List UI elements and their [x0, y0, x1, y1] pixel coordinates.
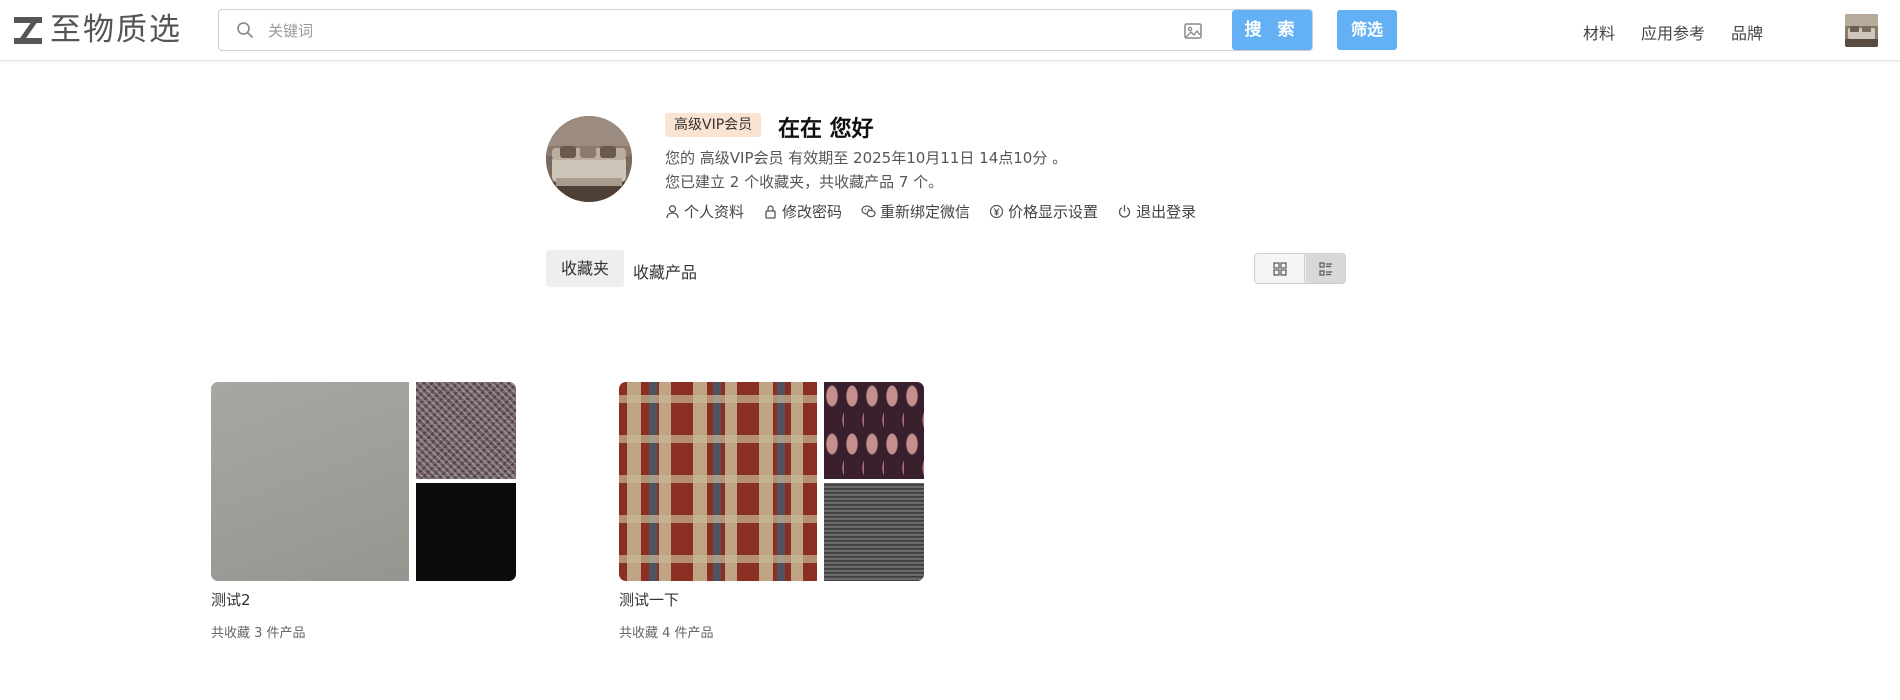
- tab-favorite-products[interactable]: 收藏产品: [633, 259, 697, 283]
- filter-button[interactable]: 筛选: [1337, 10, 1397, 50]
- vip-badge: 高级VIP会员: [665, 113, 762, 137]
- grid-view-button[interactable]: [1255, 254, 1305, 283]
- action-label: 价格显示设置: [1008, 203, 1099, 221]
- folder-count: 共收藏 4 件产品: [619, 626, 714, 641]
- product-thumbnail: [416, 382, 516, 479]
- product-thumbnail: [416, 483, 516, 581]
- greeting-title: 在在 您好: [778, 117, 874, 142]
- folder-card[interactable]: 测试2 共收藏 3 件产品: [211, 382, 516, 641]
- nav-item-materials[interactable]: 材料: [1583, 20, 1615, 44]
- change-password-link[interactable]: 修改密码: [763, 201, 842, 222]
- image-search-icon[interactable]: [1183, 21, 1203, 41]
- product-thumbnail: [619, 382, 817, 581]
- user-icon: [666, 205, 679, 219]
- action-label: 退出登录: [1136, 203, 1197, 221]
- grid-icon: [1272, 261, 1287, 276]
- collection-stats: 您已建立 2 个收藏夹，共收藏产品 7 个。: [665, 173, 944, 191]
- price-display-settings-link[interactable]: 价格显示设置: [989, 201, 1098, 222]
- folder-count: 共收藏 3 件产品: [211, 626, 306, 641]
- wechat-icon: [861, 205, 876, 218]
- search-icon: [237, 22, 253, 38]
- logo[interactable]: 至物质选: [14, 12, 182, 48]
- search-input[interactable]: [268, 18, 1168, 44]
- logo-mark-icon: [14, 15, 42, 45]
- nav-item-brands[interactable]: 品牌: [1731, 20, 1763, 44]
- power-icon: [1118, 204, 1131, 218]
- product-thumbnail: [211, 382, 409, 581]
- tab-favorites[interactable]: 收藏夹: [546, 250, 624, 287]
- logo-text: 至物质选: [50, 12, 182, 48]
- view-toggle: [1254, 253, 1346, 284]
- folder-thumbnail[interactable]: [211, 382, 516, 581]
- list-icon: [1319, 261, 1332, 276]
- search-button[interactable]: 搜 索: [1232, 10, 1312, 50]
- membership-validity: 您的 高级VIP会员 有效期至 2025年10月11日 14点10分 。: [665, 149, 1068, 167]
- action-label: 重新绑定微信: [880, 203, 971, 221]
- action-label: 个人资料: [684, 203, 745, 221]
- profile-avatar: [546, 116, 632, 202]
- list-view-button[interactable]: [1306, 254, 1345, 283]
- folder-name[interactable]: 测试一下: [619, 589, 679, 610]
- main-nav: 材料 应用参考 品牌: [1583, 20, 1789, 44]
- logout-link[interactable]: 退出登录: [1117, 201, 1196, 222]
- search-bar: [218, 9, 1313, 51]
- nav-item-applications[interactable]: 应用参考: [1641, 20, 1705, 44]
- product-thumbnail: [824, 382, 924, 479]
- action-label: 修改密码: [782, 203, 843, 221]
- product-thumbnail: [824, 483, 924, 581]
- lock-icon: [765, 205, 776, 219]
- user-avatar[interactable]: [1845, 14, 1878, 47]
- top-header: 至物质选 搜 索 筛选 材料 应用参考 品牌: [0, 0, 1900, 61]
- profile-settings-link[interactable]: 个人资料: [665, 201, 744, 222]
- folder-thumbnail[interactable]: [619, 382, 924, 581]
- folder-name[interactable]: 测试2: [211, 589, 251, 610]
- yen-icon: [989, 204, 1004, 219]
- rebind-wechat-link[interactable]: 重新绑定微信: [861, 201, 970, 222]
- folder-card[interactable]: 测试一下 共收藏 4 件产品: [619, 382, 924, 641]
- profile-actions: 个人资料 修改密码 重新绑定微信 价格显示设置 退出登录: [665, 201, 1215, 222]
